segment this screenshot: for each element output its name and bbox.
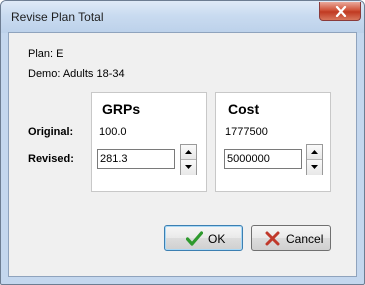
dialog-window: Revise Plan Total Plan: E Demo: Adults 1… — [0, 0, 365, 285]
cost-spin-down-button[interactable] — [307, 160, 322, 175]
arrow-down-icon — [185, 165, 192, 169]
grps-panel: GRPs 100.0 — [91, 92, 207, 192]
cost-panel: Cost 1777500 — [215, 92, 331, 192]
grps-spinner[interactable] — [180, 144, 197, 175]
grps-header: GRPs — [102, 101, 141, 117]
cost-spin-up-button[interactable] — [307, 145, 322, 160]
grps-spin-up-button[interactable] — [181, 145, 196, 160]
dialog-body: Plan: E Demo: Adults 18-34 Original: Rev… — [8, 32, 357, 277]
arrow-up-icon — [185, 150, 192, 154]
demo-label: Demo: Adults 18-34 — [28, 68, 125, 80]
cost-original-value: 1777500 — [225, 126, 268, 138]
grps-original-value: 100.0 — [99, 126, 127, 138]
revised-row-label: Revised: — [28, 153, 74, 165]
cost-revised-input[interactable] — [224, 149, 302, 169]
cancel-button-label: Cancel — [286, 232, 324, 246]
grps-revised-input[interactable] — [97, 149, 175, 169]
ok-button-label: OK — [208, 232, 226, 246]
plan-label: Plan: E — [28, 48, 64, 60]
grps-spin-down-button[interactable] — [181, 160, 196, 175]
window-title: Revise Plan Total — [11, 10, 104, 24]
close-icon — [335, 6, 347, 17]
original-row-label: Original: — [28, 126, 74, 138]
arrow-up-icon — [311, 150, 318, 154]
ok-button[interactable]: OK — [164, 225, 243, 251]
arrow-down-icon — [311, 165, 318, 169]
cost-spinner[interactable] — [306, 144, 323, 175]
cancel-button[interactable]: Cancel — [251, 225, 331, 251]
red-x-icon — [265, 231, 280, 246]
close-button[interactable] — [319, 2, 361, 21]
green-check-icon — [186, 231, 203, 246]
cost-header: Cost — [228, 101, 260, 117]
title-bar[interactable]: Revise Plan Total — [1, 1, 364, 33]
